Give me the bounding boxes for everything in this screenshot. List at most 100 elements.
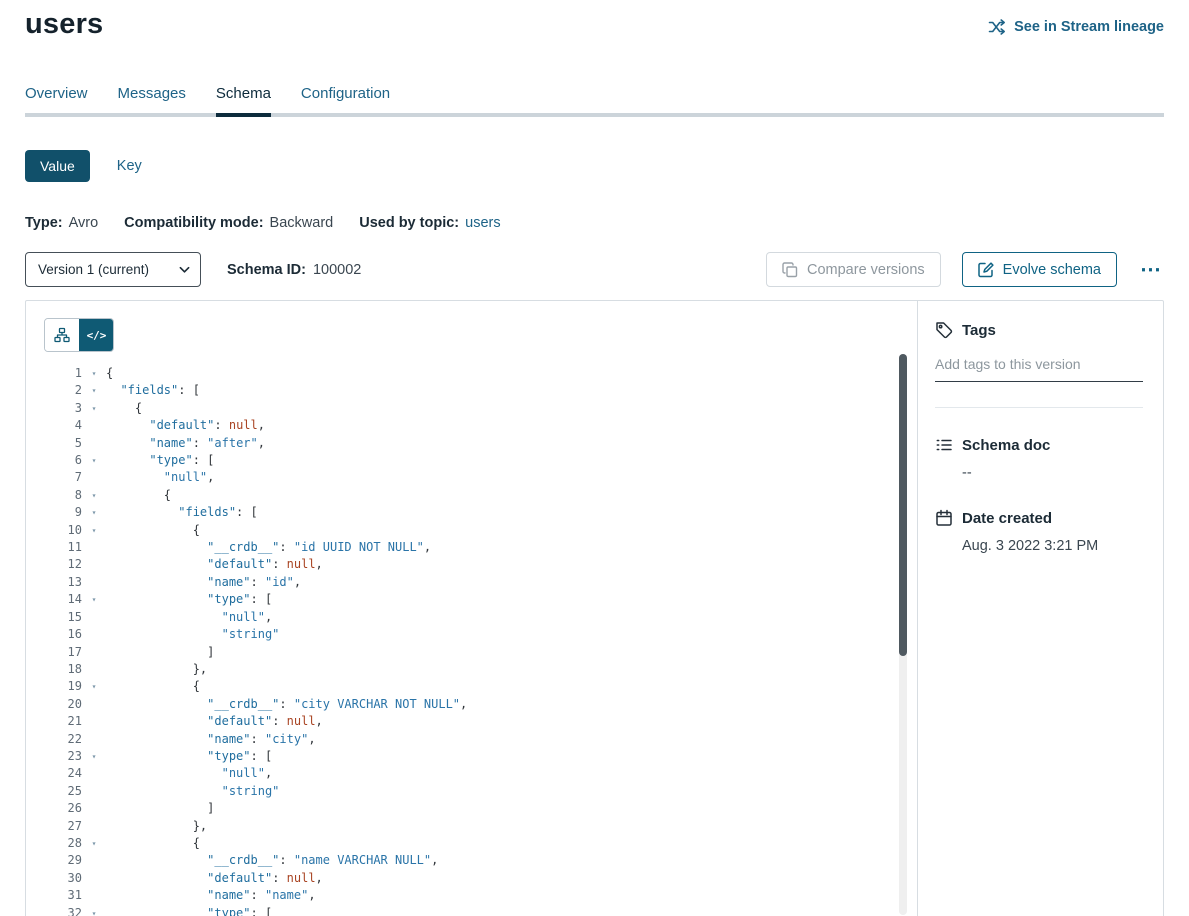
add-tags-input[interactable]	[935, 354, 1143, 382]
code-line: 13 "name": "id",	[44, 574, 917, 591]
code-text: },	[106, 818, 207, 835]
schema-code: 1▾{2▾ "fields": [3▾ {4 "default": null,5…	[44, 365, 917, 916]
line-number: 28	[44, 835, 82, 852]
code-text: "string"	[106, 626, 279, 643]
evolve-schema-label: Evolve schema	[1003, 262, 1101, 278]
code-line: 12 "default": null,	[44, 556, 917, 573]
line-number: 6	[44, 452, 82, 469]
tab-schema[interactable]: Schema	[216, 85, 271, 117]
line-number: 20	[44, 696, 82, 713]
code-text: "name": "name",	[106, 887, 316, 904]
fold-spacer	[82, 574, 106, 591]
schema-doc-header: Schema doc	[935, 436, 1143, 454]
evolve-schema-button[interactable]: Evolve schema	[962, 252, 1117, 287]
compatibility-mode: Compatibility mode: Backward	[124, 215, 333, 231]
key-toggle-button[interactable]: Key	[117, 158, 142, 174]
code-line: 11 "__crdb__": "id UUID NOT NULL",	[44, 539, 917, 556]
code-line: 18 },	[44, 661, 917, 678]
code-line: 30 "default": null,	[44, 870, 917, 887]
tree-view-icon	[54, 327, 70, 343]
editor-scrollbar[interactable]	[899, 354, 907, 915]
schema-actions: Compare versions Evolve schema ⋯	[766, 252, 1164, 287]
tab-configuration[interactable]: Configuration	[301, 85, 390, 117]
code-line: 5 "name": "after",	[44, 435, 917, 452]
line-number: 26	[44, 800, 82, 817]
code-text: ]	[106, 800, 214, 817]
line-number: 22	[44, 731, 82, 748]
code-view-button[interactable]: </>	[79, 319, 113, 351]
code-line: 9▾ "fields": [	[44, 504, 917, 521]
code-text: "name": "id",	[106, 574, 301, 591]
fold-toggle-icon[interactable]: ▾	[82, 400, 106, 417]
value-toggle-button[interactable]: Value	[25, 150, 90, 182]
line-number: 7	[44, 469, 82, 486]
fold-spacer	[82, 435, 106, 452]
line-number: 2	[44, 382, 82, 399]
fold-toggle-icon[interactable]: ▾	[82, 487, 106, 504]
code-line: 3▾ {	[44, 400, 917, 417]
fold-spacer	[82, 556, 106, 573]
code-line: 1▾{	[44, 365, 917, 382]
schema-doc-value: --	[962, 465, 1143, 481]
compatibility-mode-value: Backward	[270, 215, 334, 231]
schema-doc-section: Schema doc --	[935, 436, 1143, 481]
fold-spacer	[82, 539, 106, 556]
line-number: 8	[44, 487, 82, 504]
code-line: 27 },	[44, 818, 917, 835]
tab-overview[interactable]: Overview	[25, 85, 88, 117]
code-line: 16 "string"	[44, 626, 917, 643]
tree-view-button[interactable]	[45, 319, 79, 351]
fold-toggle-icon[interactable]: ▾	[82, 905, 106, 916]
code-text: "null",	[106, 609, 272, 626]
line-number: 17	[44, 644, 82, 661]
fold-toggle-icon[interactable]: ▾	[82, 452, 106, 469]
fold-toggle-icon[interactable]: ▾	[82, 678, 106, 695]
line-number: 18	[44, 661, 82, 678]
code-line: 20 "__crdb__": "city VARCHAR NOT NULL",	[44, 696, 917, 713]
fold-toggle-icon[interactable]: ▾	[82, 591, 106, 608]
code-line: 4 "default": null,	[44, 417, 917, 434]
tag-icon	[935, 321, 953, 339]
schema-type-value: Avro	[69, 215, 99, 231]
schema-side-panel: Tags Schema doc --	[917, 301, 1163, 916]
code-text: "fields": [	[106, 504, 258, 521]
compare-versions-label: Compare versions	[807, 262, 925, 278]
code-text: "default": null,	[106, 417, 265, 434]
code-text: "type": [	[106, 452, 214, 469]
fold-spacer	[82, 609, 106, 626]
editor-scrollbar-thumb[interactable]	[899, 354, 907, 656]
version-select[interactable]: Version 1 (current)	[25, 252, 201, 287]
schema-editor: </> 1▾{2▾ "fields": [3▾ {4 "default": nu…	[26, 301, 917, 916]
schema-doc-title: Schema doc	[962, 437, 1050, 454]
more-options-button[interactable]: ⋯	[1138, 259, 1164, 280]
used-by-topic-link[interactable]: users	[465, 215, 500, 231]
schema-meta-row: Type: Avro Compatibility mode: Backward …	[25, 215, 1164, 231]
stream-lineage-link[interactable]: See in Stream lineage	[988, 18, 1164, 36]
fold-toggle-icon[interactable]: ▾	[82, 748, 106, 765]
fold-spacer	[82, 626, 106, 643]
code-text: {	[106, 522, 200, 539]
code-text: "__crdb__": "name VARCHAR NULL",	[106, 852, 438, 869]
code-line: 19▾ {	[44, 678, 917, 695]
code-text: "type": [	[106, 748, 272, 765]
fold-toggle-icon[interactable]: ▾	[82, 365, 106, 382]
line-number: 12	[44, 556, 82, 573]
code-line: 28▾ {	[44, 835, 917, 852]
code-text: "name": "after",	[106, 435, 265, 452]
compare-versions-button[interactable]: Compare versions	[766, 252, 941, 287]
stream-lineage-label: See in Stream lineage	[1014, 19, 1164, 35]
tab-messages[interactable]: Messages	[118, 85, 186, 117]
date-created-value: Aug. 3 2022 3:21 PM	[962, 538, 1143, 554]
fold-toggle-icon[interactable]: ▾	[82, 504, 106, 521]
line-number: 10	[44, 522, 82, 539]
fold-toggle-icon[interactable]: ▾	[82, 835, 106, 852]
fold-toggle-icon[interactable]: ▾	[82, 522, 106, 539]
schema-type: Type: Avro	[25, 215, 98, 231]
tab-bar: Overview Messages Schema Configuration	[25, 85, 1164, 117]
line-number: 9	[44, 504, 82, 521]
schema-panel: </> 1▾{2▾ "fields": [3▾ {4 "default": nu…	[25, 300, 1164, 916]
line-number: 19	[44, 678, 82, 695]
tags-section-header: Tags	[935, 321, 1143, 339]
date-created-title: Date created	[962, 510, 1052, 527]
fold-toggle-icon[interactable]: ▾	[82, 382, 106, 399]
